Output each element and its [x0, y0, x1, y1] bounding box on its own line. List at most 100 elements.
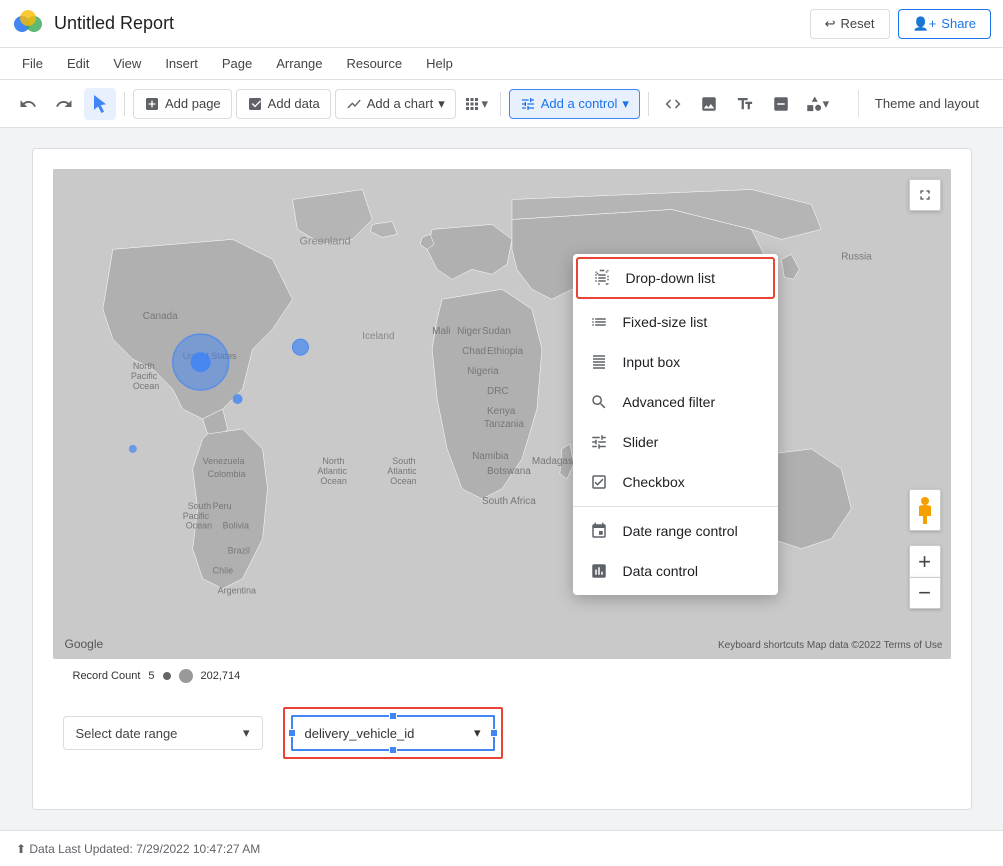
add-control-button[interactable]: Add a control ▾: [509, 89, 640, 119]
menu-page[interactable]: Page: [212, 52, 262, 75]
legend-small-dot: [163, 672, 171, 680]
redo-button[interactable]: [48, 88, 80, 120]
handle-right-center[interactable]: [490, 729, 498, 737]
delivery-vehicle-label: delivery_vehicle_id: [305, 726, 415, 741]
components-button[interactable]: ▾: [460, 88, 492, 120]
line-button[interactable]: [765, 88, 797, 120]
dropdown-item-label-data-control: Data control: [623, 563, 698, 579]
dropdown-item-fixed-list[interactable]: Fixed-size list: [573, 302, 778, 342]
google-label: Google: [65, 637, 104, 651]
svg-text:Argentina: Argentina: [217, 586, 255, 596]
map-expand-button[interactable]: [909, 179, 941, 211]
dropdown-item-input-box[interactable]: Input box: [573, 342, 778, 382]
handle-bottom-center[interactable]: [389, 746, 397, 754]
svg-text:Ocean: Ocean: [320, 476, 346, 486]
dropdown-item-dropdown-list[interactable]: Drop-down list: [578, 259, 773, 297]
reset-icon: ↩: [825, 16, 836, 32]
record-count-legend: Record Count 5 202,714: [73, 669, 241, 683]
status-bar: ⬆ Data Last Updated: 7/29/2022 10:47:27 …: [0, 830, 1003, 866]
image-button[interactable]: [693, 88, 725, 120]
date-range-arrow: ▾: [243, 725, 250, 741]
dropdown-item-checkbox[interactable]: Checkbox: [573, 462, 778, 502]
shape-chevron: ▾: [823, 96, 830, 112]
toolbar-separator-1: [124, 92, 125, 116]
share-button[interactable]: 👤+ Share: [898, 9, 991, 39]
delivery-vehicle-arrow: ▾: [474, 725, 481, 741]
input-box-icon: [589, 352, 609, 372]
svg-text:Niger: Niger: [457, 326, 482, 337]
add-page-button[interactable]: Add page: [133, 89, 232, 119]
theme-layout-button[interactable]: Theme and layout: [858, 90, 991, 117]
add-page-label: Add page: [165, 96, 221, 111]
zoom-out-button[interactable]: −: [909, 577, 941, 609]
app-logo: [12, 8, 44, 40]
dropdown-item-label-input-box: Input box: [623, 354, 681, 370]
dropdown-item-date-range[interactable]: Date range control: [573, 511, 778, 551]
handle-top-center[interactable]: [389, 712, 397, 720]
record-count-label: Record Count: [73, 670, 141, 682]
reset-button[interactable]: ↩ Reset: [810, 9, 890, 39]
handle-left-center[interactable]: [288, 729, 296, 737]
dropdown-menu-container: Drop-down list Fixed-size list Input box: [573, 254, 778, 595]
add-data-button[interactable]: Add data: [236, 89, 331, 119]
date-range-select[interactable]: Select date range ▾: [63, 716, 263, 750]
status-text: ⬆ Data Last Updated: 7/29/2022 10:47:27 …: [16, 842, 260, 856]
svg-text:Kenya: Kenya: [487, 406, 516, 417]
dropdown-item-advanced-filter[interactable]: Advanced filter: [573, 382, 778, 422]
data-control-icon: [589, 561, 609, 581]
reset-label: Reset: [841, 16, 875, 31]
menu-edit[interactable]: Edit: [57, 52, 99, 75]
svg-text:Sudan: Sudan: [482, 326, 511, 337]
svg-text:Mali: Mali: [432, 326, 450, 337]
dropdown-divider: [573, 506, 778, 507]
delivery-control-wrapper: delivery_vehicle_id ▾: [283, 707, 503, 759]
add-control-chevron: ▾: [622, 96, 629, 112]
dropdown-item-label-checkbox: Checkbox: [623, 474, 685, 490]
svg-text:Peru: Peru: [212, 501, 231, 511]
dropdown-item-slider[interactable]: Slider: [573, 422, 778, 462]
title-bar: Untitled Report ↩ Reset 👤+ Share: [0, 0, 1003, 48]
svg-text:Ocean: Ocean: [132, 381, 158, 391]
svg-text:Nigeria: Nigeria: [467, 366, 499, 377]
date-range-icon: [589, 521, 609, 541]
svg-text:Russia: Russia: [841, 251, 872, 262]
add-chart-label: Add a chart: [367, 96, 434, 111]
svg-text:South: South: [187, 501, 210, 511]
svg-text:Pacific: Pacific: [182, 511, 209, 521]
shape-button[interactable]: ▾: [801, 88, 833, 120]
svg-text:Canada: Canada: [142, 311, 177, 322]
add-chart-button[interactable]: Add a chart ▾: [335, 89, 456, 119]
dropdown-item-label-date-range: Date range control: [623, 523, 738, 539]
fixed-list-icon: [589, 312, 609, 332]
share-icon: 👤+: [913, 16, 937, 32]
map-attribution: Keyboard shortcuts Map data ©2022 Terms …: [718, 640, 943, 651]
menu-help[interactable]: Help: [416, 52, 463, 75]
svg-text:North: North: [132, 361, 154, 371]
code-button[interactable]: [657, 88, 689, 120]
add-chart-chevron: ▾: [438, 96, 445, 112]
undo-button[interactable]: [12, 88, 44, 120]
dropdown-item-data-control[interactable]: Data control: [573, 551, 778, 591]
svg-text:DRC: DRC: [487, 386, 509, 397]
select-tool[interactable]: [84, 88, 116, 120]
record-count-value1: 5: [148, 670, 154, 682]
menu-bar: File Edit View Insert Page Arrange Resou…: [0, 48, 1003, 80]
textbox-button[interactable]: [729, 88, 761, 120]
delivery-vehicle-control[interactable]: delivery_vehicle_id ▾: [293, 717, 493, 749]
map-area: Canada North Pacific Ocean United States…: [53, 169, 951, 659]
menu-resource[interactable]: Resource: [336, 52, 412, 75]
svg-text:South: South: [392, 456, 415, 466]
svg-text:Iceland: Iceland: [362, 331, 394, 342]
add-control-dropdown: Drop-down list Fixed-size list Input box: [573, 254, 778, 595]
share-label: Share: [941, 16, 976, 31]
zoom-in-button[interactable]: +: [909, 545, 941, 577]
menu-insert[interactable]: Insert: [155, 52, 208, 75]
checkbox-icon: [589, 472, 609, 492]
menu-file[interactable]: File: [12, 52, 53, 75]
legend-large-dot: [179, 669, 193, 683]
svg-text:Ocean: Ocean: [390, 476, 416, 486]
menu-arrange[interactable]: Arrange: [266, 52, 332, 75]
pegman-button[interactable]: [909, 489, 941, 531]
svg-text:Bolivia: Bolivia: [222, 521, 248, 531]
menu-view[interactable]: View: [103, 52, 151, 75]
